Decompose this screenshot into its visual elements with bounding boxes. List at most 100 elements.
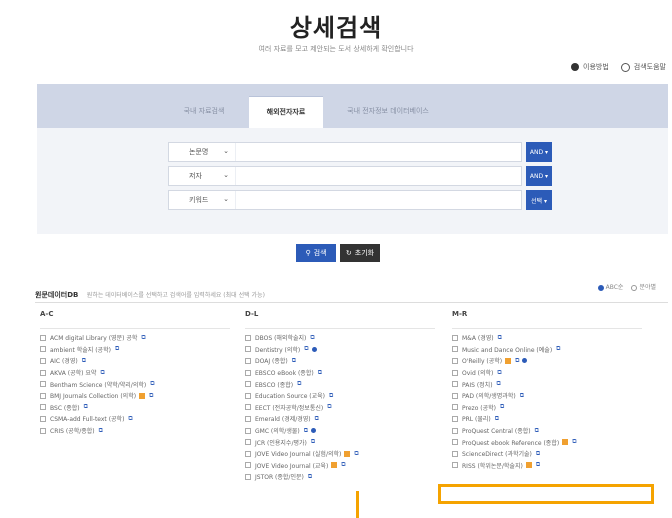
checkbox[interactable] — [245, 357, 251, 364]
checkbox[interactable] — [452, 415, 458, 422]
external-link-icon[interactable]: ⧉ — [500, 403, 504, 411]
external-link-icon[interactable]: ⧉ — [497, 369, 501, 377]
checkbox[interactable] — [245, 450, 251, 457]
db-list-item[interactable]: EBSCO eBook (종합) ⧉ — [245, 367, 359, 379]
db-list-item[interactable]: PAIS (정치) ⧉ — [452, 378, 577, 390]
search-input[interactable] — [235, 167, 521, 185]
external-link-icon[interactable]: ⧉ — [536, 450, 540, 458]
external-link-icon[interactable]: ⧉ — [115, 345, 119, 353]
db-list-item[interactable]: Emerald (경제/경영) ⧉ — [245, 413, 359, 425]
db-list-item[interactable]: JCR (인용지수/평가) ⧉ — [245, 436, 359, 448]
external-link-icon[interactable]: ⧉ — [354, 450, 358, 458]
external-link-icon[interactable]: ⧉ — [536, 461, 540, 469]
db-list-item[interactable]: ACM digital Library (영문) 공학 ⧉ — [40, 332, 155, 344]
checkbox[interactable] — [452, 404, 458, 411]
external-link-icon[interactable]: ⧉ — [556, 345, 560, 353]
external-link-icon[interactable]: ⧉ — [327, 403, 331, 411]
db-list-item[interactable]: GMC (의학/생물) ⧉ — [245, 425, 359, 437]
reset-button[interactable]: ↻ 초기화 — [340, 244, 380, 262]
checkbox[interactable] — [40, 427, 46, 434]
checkbox[interactable] — [452, 450, 458, 457]
operator-button[interactable]: AND ▾ — [526, 142, 552, 162]
db-list-item[interactable]: BSC (종합) ⧉ — [40, 402, 155, 414]
checkbox[interactable] — [40, 357, 46, 364]
operator-button[interactable]: 선택 ▾ — [526, 190, 552, 210]
db-list-item[interactable]: AIC (경영) ⧉ — [40, 355, 155, 367]
operator-button[interactable]: AND ▾ — [526, 166, 552, 186]
db-list-item[interactable]: O'Reilly (공학) ⧉ — [452, 355, 577, 367]
external-link-icon[interactable]: ⧉ — [149, 392, 153, 400]
db-list-item[interactable]: DOAJ (종합) ⧉ — [245, 355, 359, 367]
db-list-item[interactable]: JOVE Video Journal (실험/의학) ⧉ — [245, 448, 359, 460]
external-link-icon[interactable]: ⧉ — [128, 415, 132, 423]
checkbox[interactable] — [452, 392, 458, 399]
external-link-icon[interactable]: ⧉ — [99, 427, 103, 435]
db-list-item[interactable]: CRIS (공학/종합) ⧉ — [40, 425, 155, 437]
external-link-icon[interactable]: ⧉ — [310, 334, 314, 342]
db-list-item[interactable]: ambient 학술지 (공학) ⧉ — [40, 344, 155, 356]
external-link-icon[interactable]: ⧉ — [304, 345, 308, 353]
checkbox[interactable] — [40, 346, 46, 353]
db-list-item[interactable]: Music and Dance Online (예술) ⧉ — [452, 344, 577, 356]
db-list-item[interactable]: ScienceDirect (과학기술) ⧉ — [452, 448, 577, 460]
field-select[interactable]: 논문명 ⌄ — [189, 147, 235, 157]
top-link-help[interactable]: 검색도움말 — [620, 62, 666, 72]
checkbox[interactable] — [452, 334, 458, 341]
db-list-item[interactable]: PRL (물리) ⧉ — [452, 413, 577, 425]
external-link-icon[interactable]: ⧉ — [100, 369, 104, 377]
db-list-item[interactable]: M&A (경영) ⧉ — [452, 332, 577, 344]
checkbox[interactable] — [452, 346, 458, 353]
external-link-icon[interactable]: ⧉ — [304, 427, 308, 435]
search-field[interactable]: 저자 ⌄ — [168, 166, 522, 186]
external-link-icon[interactable]: ⧉ — [84, 403, 88, 411]
external-link-icon[interactable]: ⧉ — [497, 380, 501, 388]
external-link-icon[interactable]: ⧉ — [515, 357, 519, 365]
checkbox[interactable] — [452, 439, 458, 446]
db-list-item[interactable]: EBSCO (종합) ⧉ — [245, 378, 359, 390]
external-link-icon[interactable]: ⧉ — [150, 380, 154, 388]
search-field[interactable]: 키워드 ⌄ — [168, 190, 522, 210]
tab-domestic[interactable]: 국내 자료검색 — [159, 96, 249, 128]
db-list-item[interactable]: Education Source (교육) ⧉ — [245, 390, 359, 402]
checkbox[interactable] — [245, 404, 251, 411]
view-option-abc[interactable]: ABC순 — [597, 282, 623, 291]
checkbox[interactable] — [40, 369, 46, 376]
search-input[interactable] — [235, 143, 521, 161]
external-link-icon[interactable]: ⧉ — [141, 334, 145, 342]
checkbox[interactable] — [245, 381, 251, 388]
checkbox[interactable] — [40, 334, 46, 341]
checkbox[interactable] — [245, 427, 251, 434]
checkbox[interactable] — [452, 462, 458, 469]
tab-foreign-electronic[interactable]: 해외전자자료 — [249, 96, 323, 128]
db-list-item[interactable]: BMJ Journals Collection (의학) ⧉ — [40, 390, 155, 402]
checkbox[interactable] — [40, 381, 46, 388]
db-list-item[interactable]: PAD (의학/생명과학) ⧉ — [452, 390, 577, 402]
db-list-item[interactable]: CSMA-add Full-text (공학) ⧉ — [40, 413, 155, 425]
checkbox[interactable] — [452, 427, 458, 434]
db-list-item[interactable]: Prezo (공학) ⧉ — [452, 402, 577, 414]
external-link-icon[interactable]: ⧉ — [495, 415, 499, 423]
search-input[interactable] — [235, 191, 521, 209]
checkbox[interactable] — [452, 357, 458, 364]
db-list-item[interactable]: Bentham Science (약학/약리/의학) ⧉ — [40, 378, 155, 390]
checkbox[interactable] — [452, 381, 458, 388]
checkbox[interactable] — [245, 462, 251, 469]
search-button[interactable]: ⚲ 검색 — [296, 244, 336, 262]
external-link-icon[interactable]: ⧉ — [498, 334, 502, 342]
checkbox[interactable] — [245, 346, 251, 353]
db-list-item[interactable]: ProQuest Central (종합) ⧉ — [452, 425, 577, 437]
top-link-usage[interactable]: 이용방법 — [571, 62, 609, 72]
external-link-icon[interactable]: ⧉ — [572, 438, 576, 446]
search-field[interactable]: 논문명 ⌄ — [168, 142, 522, 162]
checkbox[interactable] — [245, 473, 251, 480]
db-list-item[interactable]: Dentistry (의학) ⧉ — [245, 344, 359, 356]
view-option-field[interactable]: 분야별 — [631, 282, 656, 291]
external-link-icon[interactable]: ⧉ — [341, 461, 345, 469]
external-link-icon[interactable]: ⧉ — [315, 415, 319, 423]
field-select[interactable]: 키워드 ⌄ — [189, 195, 235, 205]
external-link-icon[interactable]: ⧉ — [535, 427, 539, 435]
external-link-icon[interactable]: ⧉ — [82, 357, 86, 365]
checkbox[interactable] — [40, 415, 46, 422]
checkbox[interactable] — [245, 392, 251, 399]
db-list-item[interactable]: EECT (전자공학/정보통신) ⧉ — [245, 402, 359, 414]
